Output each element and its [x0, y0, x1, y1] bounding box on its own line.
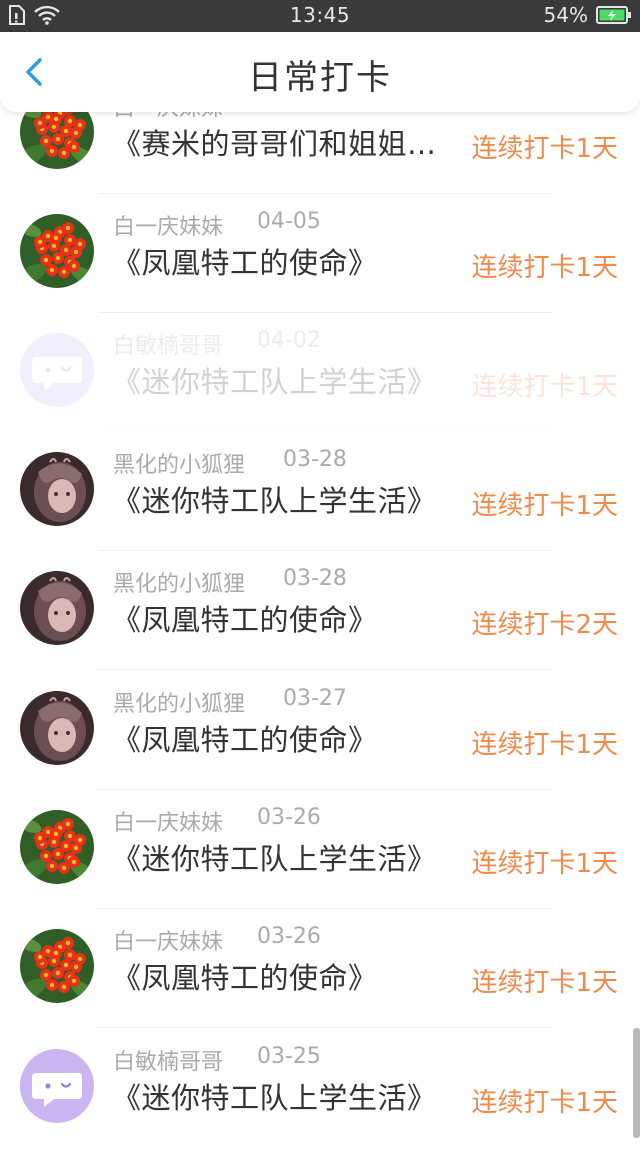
- chat-bubble-avatar[interactable]: [20, 333, 94, 407]
- row-divider: [98, 550, 552, 551]
- chat-bubble-avatar[interactable]: [20, 1049, 94, 1123]
- flower-avatar[interactable]: [20, 929, 94, 1003]
- row-divider: [98, 669, 552, 670]
- user-name: 黑化的小狐狸: [113, 453, 246, 478]
- checkin-row[interactable]: 白一庆妹妹 04-05 《凤凰特工的使命》 连续打卡1天: [0, 209, 640, 333]
- scrollbar[interactable]: [633, 1028, 640, 1138]
- checkin-row[interactable]: 白一庆妹妹 03-26 《迷你特工队上学生活》 连续打卡1天: [0, 805, 640, 929]
- anime-girl-avatar[interactable]: [20, 571, 94, 645]
- user-name: 黑化的小狐狸: [113, 692, 246, 717]
- user-name: 白敏楠哥哥: [113, 334, 224, 359]
- user-name: 黑化的小狐狸: [113, 572, 246, 597]
- user-name: 白一庆妹妹: [113, 811, 224, 836]
- book-title: 《迷你特工队上学生活》: [112, 1081, 437, 1115]
- flower-avatar[interactable]: [20, 214, 94, 288]
- streak-badge: 连续打卡1天: [471, 253, 618, 283]
- row-divider: [98, 789, 552, 790]
- checkin-row[interactable]: 黑化的小狐狸 03-27 《凤凰特工的使命》 连续打卡1天: [0, 686, 640, 810]
- user-name: 白一庆妹妹: [113, 930, 224, 955]
- checkin-date: 03-26: [257, 924, 321, 949]
- streak-badge: 连续打卡1天: [471, 849, 618, 879]
- checkin-row[interactable]: 白一庆妹妹04-07《赛米的哥哥们和姐姐…连续打卡1天: [0, 90, 640, 214]
- streak-badge: 连续打卡1天: [471, 491, 618, 521]
- user-name: 白敏楠哥哥: [113, 1050, 224, 1075]
- streak-badge: 连续打卡1天: [471, 134, 618, 164]
- checkin-date: 03-28: [283, 447, 347, 472]
- anime-girl-avatar[interactable]: [20, 691, 94, 765]
- checkin-date: 04-02: [257, 328, 321, 353]
- status-bar: 13:45 54%: [0, 0, 640, 32]
- battery-percent: 54%: [543, 3, 588, 27]
- app-header: 日常打卡: [0, 32, 640, 112]
- row-divider: [98, 908, 552, 909]
- checkin-date: 03-28: [283, 566, 347, 591]
- page-title: 日常打卡: [248, 58, 392, 98]
- checkin-list[interactable]: 白一庆妹妹04-07《赛米的哥哥们和姐姐…连续打卡1天 白一庆妹妹04-05《凤…: [0, 0, 640, 1138]
- checkin-date: 04-05: [257, 209, 321, 234]
- anime-girl-avatar[interactable]: [20, 452, 94, 526]
- book-title: 《迷你特工队上学生活》: [112, 842, 437, 876]
- streak-badge: 连续打卡2天: [471, 610, 618, 640]
- user-name: 白一庆妹妹: [113, 215, 224, 240]
- checkin-row[interactable]: 黑化的小狐狸 03-28 《凤凰特工的使命》 连续打卡2天: [0, 566, 640, 690]
- checkin-row[interactable]: 白敏楠哥哥 03-25 《迷你特工队上学生活》 连续打卡1天: [0, 1044, 640, 1168]
- book-title: 《凤凰特工的使命》: [112, 723, 378, 757]
- streak-badge: 连续打卡1天: [471, 1088, 618, 1118]
- checkin-row[interactable]: 白一庆妹妹 03-26 《凤凰特工的使命》 连续打卡1天: [0, 924, 640, 1048]
- streak-badge: 连续打卡1天: [471, 730, 618, 760]
- row-divider: [98, 193, 552, 194]
- book-title: 《凤凰特工的使命》: [112, 961, 378, 995]
- checkin-date: 03-26: [257, 805, 321, 830]
- row-divider: [98, 431, 552, 432]
- battery-charging-icon: [596, 6, 631, 24]
- row-divider: [98, 312, 552, 313]
- book-title: 《凤凰特工的使命》: [112, 246, 378, 280]
- row-divider: [98, 1027, 552, 1028]
- checkin-date: 03-27: [283, 686, 347, 711]
- book-title: 《迷你特工队上学生活》: [112, 365, 437, 399]
- flower-avatar[interactable]: [20, 810, 94, 884]
- streak-badge: 连续打卡1天: [471, 372, 618, 402]
- checkin-row[interactable]: 白敏楠哥哥 04-02 《迷你特工队上学生活》 连续打卡1天: [0, 328, 640, 452]
- checkin-row[interactable]: 黑化的小狐狸 03-28 《迷你特工队上学生活》 连续打卡1天: [0, 447, 640, 571]
- streak-badge: 连续打卡1天: [471, 968, 618, 998]
- checkin-date: 03-25: [257, 1044, 321, 1069]
- book-title: 《迷你特工队上学生活》: [112, 484, 437, 518]
- book-title: 《凤凰特工的使命》: [112, 603, 378, 637]
- book-title: 《赛米的哥哥们和姐姐…: [112, 127, 437, 161]
